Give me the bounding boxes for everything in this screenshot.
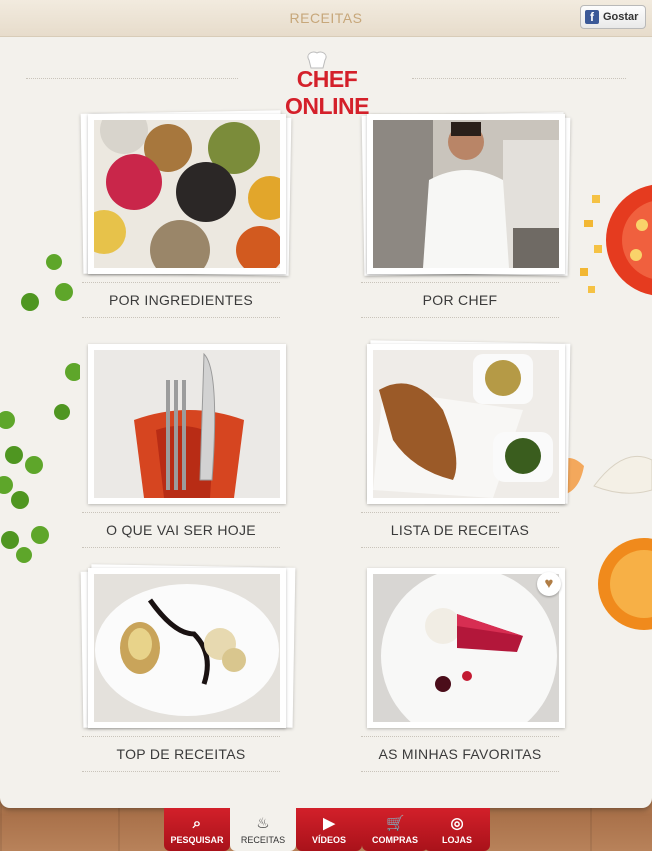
tab-label: LOJAS [441,835,472,845]
cart-icon: 🛒 [386,815,405,832]
facebook-like-button[interactable]: f Gostar [580,5,646,29]
tab-videos[interactable]: ▶ VÍDEOS [296,808,362,851]
tile-label: O QUE VAI SER HOJE [82,512,280,548]
facebook-icon: f [585,10,599,24]
orange-decoration [598,538,652,630]
tile-top-de-receitas[interactable]: TOP DE RECEITAS [80,564,312,786]
tab-label: VÍDEOS [311,835,346,845]
tab-label: COMPRAS [371,835,418,845]
tile-por-ingredientes[interactable]: POR INGREDIENTES [80,110,312,332]
tab-label: PESQUISAR [170,835,224,845]
tile-label: POR INGREDIENTES [82,282,280,318]
tab-lojas[interactable]: ◎ LOJAS [424,808,490,851]
tile-o-que-vai-ser-hoje[interactable]: O QUE VAI SER HOJE [82,342,312,562]
chef-hat-icon [307,51,327,69]
cutlery-photo [94,350,280,498]
store-icon: ◎ [450,815,464,832]
photo-stack [367,340,571,504]
peas-decoration [0,254,80,563]
favorite-heart-icon[interactable]: ♥ [537,572,561,596]
tab-pesquisar[interactable]: ⌕ PESQUISAR [164,808,230,851]
tile-label: LISTA DE RECEITAS [361,512,559,548]
dessert-photo [373,574,559,722]
logo-divider-left [26,78,238,79]
tile-label: AS MINHAS FAVORITAS [361,736,559,772]
like-label: Gostar [603,11,639,23]
tile-label: POR CHEF [361,282,559,318]
tile-as-minhas-favoritas[interactable]: ♥ AS MINHAS FAVORITAS [361,566,591,786]
main-panel: RECEITAS f Gostar CHEF ONLINE POR INGRED… [0,0,652,808]
tile-por-chef[interactable]: POR CHEF [361,112,591,332]
photo-stack [80,564,296,728]
bottom-tab-bar: ⌕ PESQUISAR ♨ RECEITAS ▶ VÍDEOS 🛒 COMPRA… [160,808,496,851]
photo-stack [80,110,292,276]
video-icon: ▶ [323,815,335,832]
page-title: RECEITAS [289,10,363,26]
tab-compras[interactable]: 🛒 COMPRAS [362,808,428,851]
plate-photo [94,574,280,722]
chef-photo [373,120,559,268]
tile-lista-de-receitas[interactable]: LISTA DE RECEITAS [361,340,591,562]
tab-receitas[interactable]: ♨ RECEITAS [230,808,296,851]
photo-stack: ♥ [367,566,565,728]
tile-label: TOP DE RECEITAS [82,736,280,772]
photo-stack [361,112,571,276]
tab-label: RECEITAS [240,835,286,845]
tomato-decoration [606,184,652,296]
spices-photo [94,120,280,268]
top-bar: RECEITAS f Gostar [0,0,652,37]
logo-divider-right [412,78,626,79]
photo-stack [88,342,286,504]
pot-icon: ♨ [256,815,270,832]
search-icon: ⌕ [192,815,202,832]
dish-photo [373,350,559,498]
